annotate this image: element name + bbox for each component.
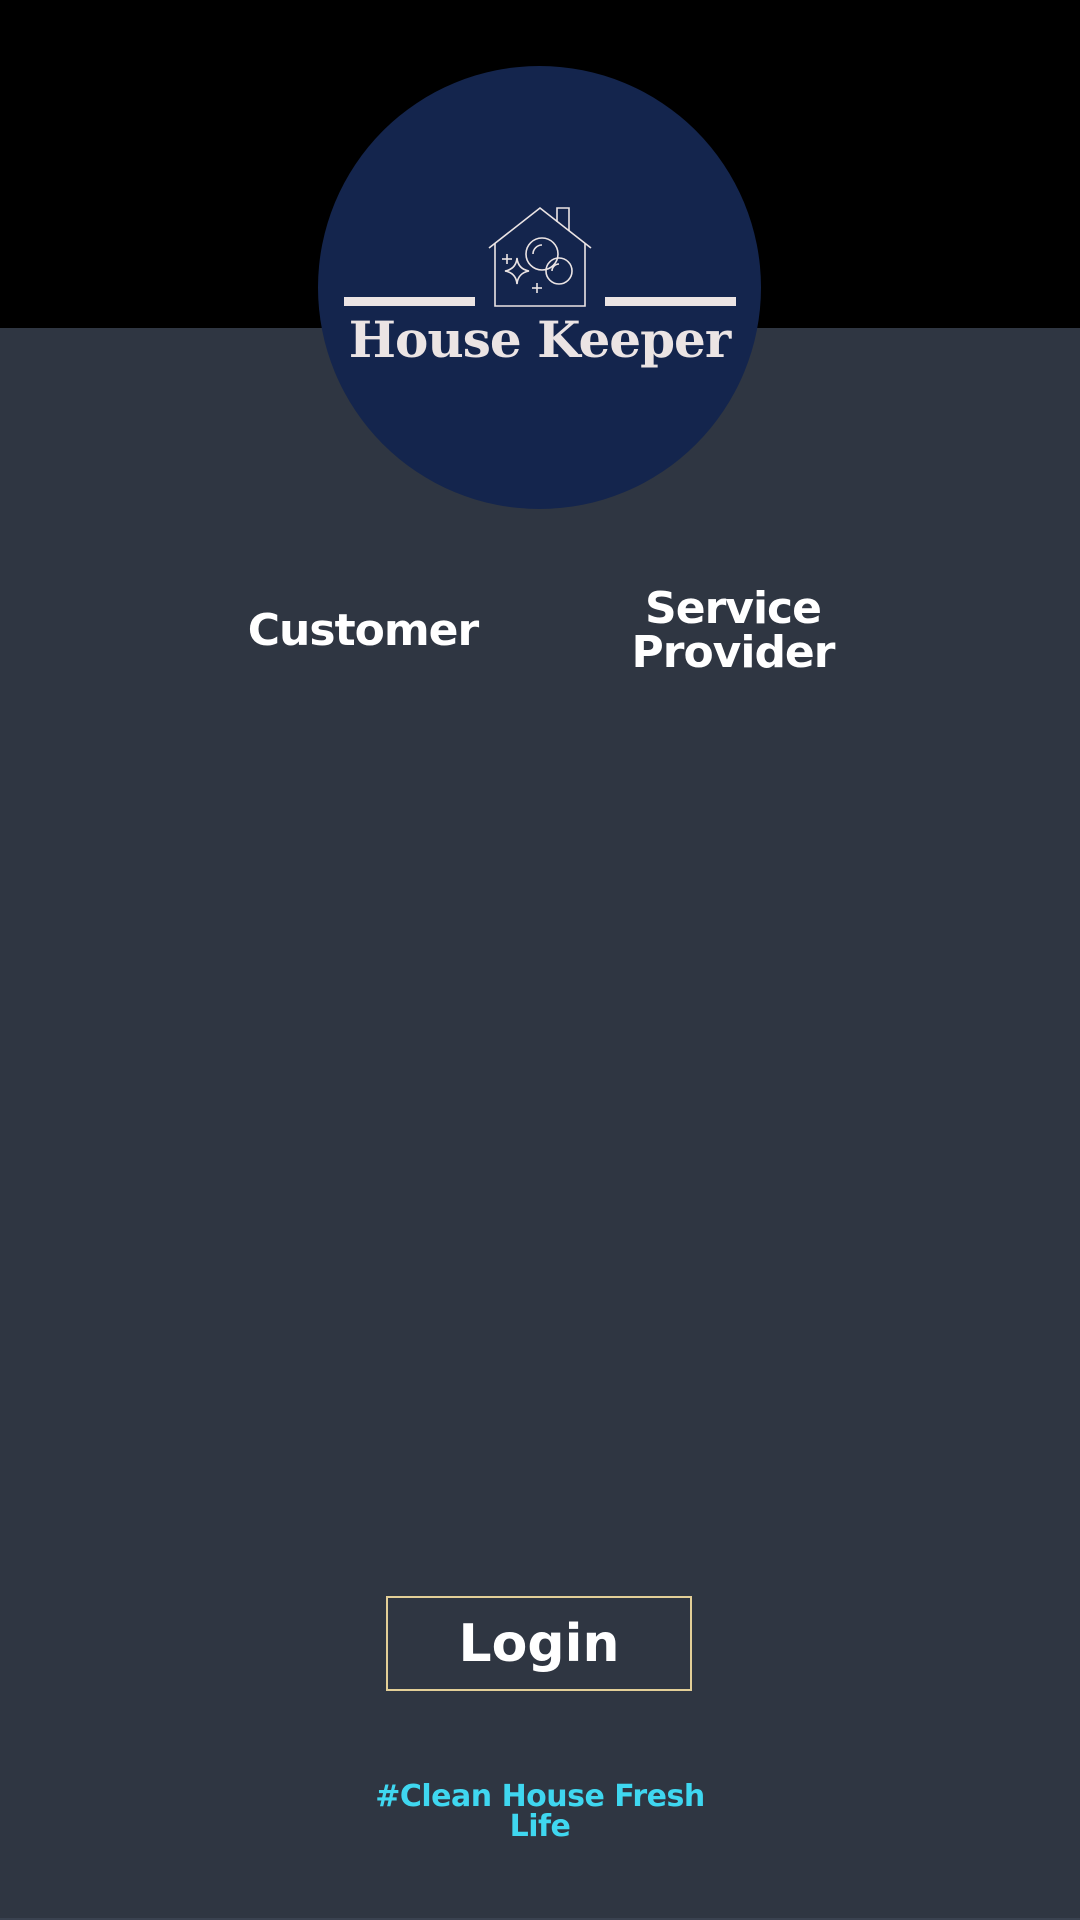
service-provider-label-line1: Service	[645, 583, 822, 634]
customer-option[interactable]: Customer	[230, 601, 496, 661]
logo-divider-right	[605, 297, 736, 306]
customer-label: Customer	[247, 605, 479, 656]
service-provider-option[interactable]: Service Provider	[600, 587, 866, 675]
brand-name: House Keeper	[348, 310, 731, 369]
tagline-line2: Life	[509, 1809, 571, 1844]
house-cleaning-icon	[488, 206, 592, 307]
logo-divider-left	[344, 297, 475, 306]
service-provider-label-line2: Provider	[631, 627, 836, 678]
tagline: #Clean House Fresh Life	[340, 1782, 740, 1842]
tagline-line1: #Clean House Fresh	[375, 1779, 705, 1814]
login-button[interactable]: Login	[386, 1596, 692, 1691]
